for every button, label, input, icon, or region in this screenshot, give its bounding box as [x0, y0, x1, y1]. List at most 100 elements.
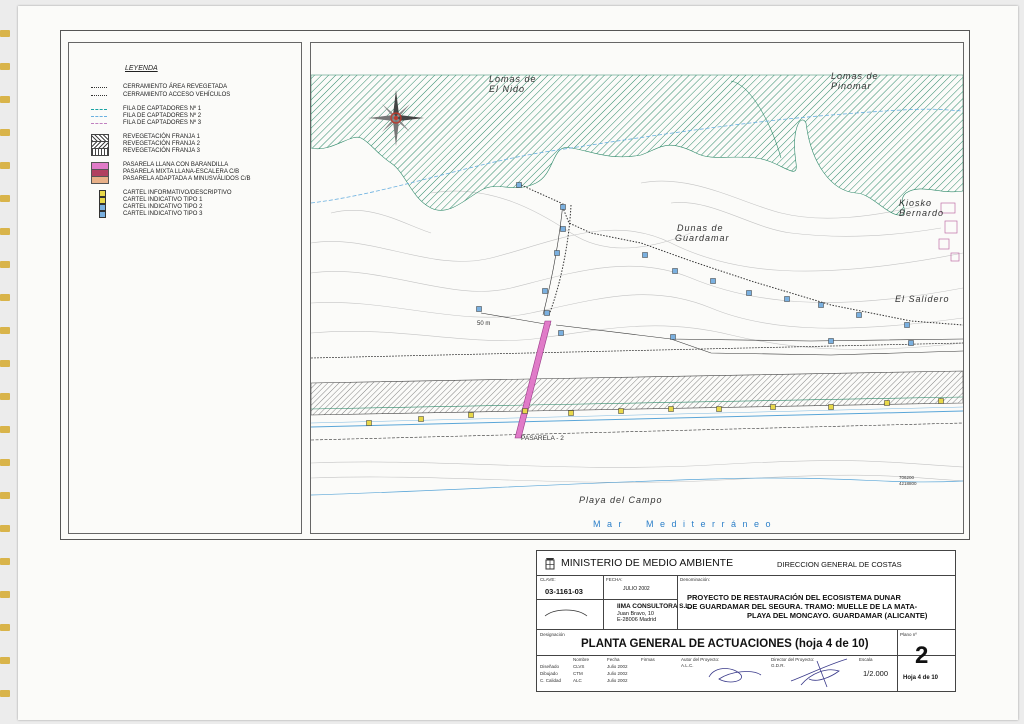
escala-label: Escala [859, 657, 873, 662]
sign-marker[interactable] [544, 310, 550, 316]
sign-marker[interactable] [938, 398, 944, 404]
legend-symbol-icon [91, 148, 109, 156]
binding-tab [0, 195, 10, 202]
label-lomas-nido-1: Lomas de [489, 74, 537, 84]
binding-tab [0, 591, 10, 598]
autor-value: A.L.C. [681, 663, 694, 668]
binding-tab [0, 426, 10, 433]
label-coord-y: 4218800 [899, 481, 917, 486]
label-lomas-pinomar-1: Lomas de [831, 71, 879, 81]
legend-symbol-icon [91, 95, 107, 96]
binding-tab [0, 30, 10, 37]
legend-item-label: CERRAMIENTO ACCESO VEHÍCULOS [123, 92, 231, 98]
clave-label: CLAVE: [540, 577, 556, 582]
label-pasarela: PASARELA - 2 [521, 435, 564, 442]
sign-marker[interactable] [828, 404, 834, 410]
label-kiosko-2: Bernardo [899, 208, 945, 218]
legend-panel: LEYENDA CERRAMIENTO ÁREA REVEGETADA CERRA… [68, 42, 302, 534]
map-area[interactable]: Lomas de El Nido Lomas de Pinomar Dunas … [310, 42, 964, 534]
legend-item-label: CERRAMIENTO ÁREA REVEGETADA [123, 84, 228, 90]
calidad-value: ALC [573, 678, 582, 683]
sign-marker[interactable] [908, 340, 914, 346]
legend-item-label: PASARELA ADAPTADA A MINUSVÁLIDOS C/B [123, 176, 251, 182]
legend-title: LEYENDA [125, 65, 158, 72]
plano-label: Plano nº [900, 632, 917, 637]
sign-marker[interactable] [668, 406, 674, 412]
binding-tab [0, 690, 10, 697]
legend-symbol-icon [91, 116, 107, 117]
label-salidero: El Salidero [895, 294, 950, 304]
binding-tab [0, 261, 10, 268]
signature-autor-icon [705, 661, 765, 687]
fecha-row-2: Julio 2002 [607, 671, 628, 676]
disenado-label: Diseñado [540, 664, 560, 669]
sign-marker[interactable] [560, 204, 566, 210]
sign-marker[interactable] [554, 250, 560, 256]
sign-marker[interactable] [642, 252, 648, 258]
legend-symbol-icon [99, 211, 106, 218]
contour-lines [311, 180, 963, 483]
designacion-value: PLANTA GENERAL DE ACTUACIONES (hoja 4 de… [581, 638, 869, 650]
binding-tab [0, 228, 10, 235]
hoja-value: Hoja 4 de 10 [903, 675, 939, 681]
map-canvas [311, 74, 963, 496]
binding-tab [0, 657, 10, 664]
binding-tab [0, 63, 10, 70]
sign-marker[interactable] [476, 306, 482, 312]
sign-marker[interactable] [558, 330, 564, 336]
sign-marker[interactable] [672, 268, 678, 274]
legend-item-label: REVEGETACIÓN FRANJA 3 [123, 148, 200, 154]
sign-marker[interactable] [468, 412, 474, 418]
label-distance: 50 m [477, 321, 491, 327]
sign-marker[interactable] [746, 290, 752, 296]
label-kiosko-1: Kiosko [899, 198, 933, 208]
direction-name: DIRECCION GENERAL DE COSTAS [777, 560, 902, 569]
disenado-value: CLVS [573, 664, 585, 669]
legend-symbol-icon [91, 176, 109, 184]
consultora-address-2: E-28006 Madrid [617, 617, 657, 623]
sign-marker[interactable] [516, 182, 522, 188]
sign-marker[interactable] [884, 400, 890, 406]
fecha-row-1: Julio 2002 [607, 664, 628, 669]
calidad-label: C. Calidad [540, 678, 562, 683]
binding-tab [0, 360, 10, 367]
sign-marker[interactable] [828, 338, 834, 344]
sign-marker[interactable] [418, 416, 424, 422]
nombre-label: Nombre [573, 657, 590, 662]
plano-number: 2 [915, 642, 929, 669]
binding-tab [0, 558, 10, 565]
ministry-name: MINISTERIO DE MEDIO AMBIENTE [561, 557, 734, 569]
sign-marker[interactable] [904, 322, 910, 328]
binding-tab [0, 96, 10, 103]
sign-marker[interactable] [522, 408, 528, 414]
sign-marker[interactable] [856, 312, 862, 318]
dibujado-value: CTM [573, 671, 583, 676]
binding-margin [0, 0, 12, 724]
dune-fence [311, 342, 963, 359]
sign-marker[interactable] [784, 296, 790, 302]
signature-director-icon [787, 655, 857, 689]
binding-tab [0, 492, 10, 499]
title-block: MINISTERIO DE MEDIO AMBIENTE DIRECCION G… [536, 550, 956, 692]
consultora-logo-icon [543, 607, 589, 619]
sign-marker[interactable] [560, 226, 566, 232]
escala-value: 1/2.000 [863, 669, 889, 678]
designacion-label: Designación [540, 632, 565, 637]
sign-marker[interactable] [710, 278, 716, 284]
fecha-col-label: Fecha [607, 657, 620, 662]
sign-marker[interactable] [716, 406, 722, 412]
legend-symbol-icon [91, 123, 107, 124]
sign-marker[interactable] [670, 334, 676, 340]
consultora-name: IIMA CONSULTORA S.L. [617, 603, 692, 610]
binding-tab [0, 393, 10, 400]
binding-tab [0, 294, 10, 301]
binding-tab [0, 525, 10, 532]
sign-marker[interactable] [366, 420, 372, 426]
sign-marker[interactable] [542, 288, 548, 294]
sign-marker[interactable] [818, 302, 824, 308]
coat-of-arms-icon [543, 557, 557, 571]
sign-marker[interactable] [770, 404, 776, 410]
sign-marker[interactable] [568, 410, 574, 416]
fecha-row-3: Julio 2002 [607, 678, 628, 683]
sign-marker[interactable] [618, 408, 624, 414]
